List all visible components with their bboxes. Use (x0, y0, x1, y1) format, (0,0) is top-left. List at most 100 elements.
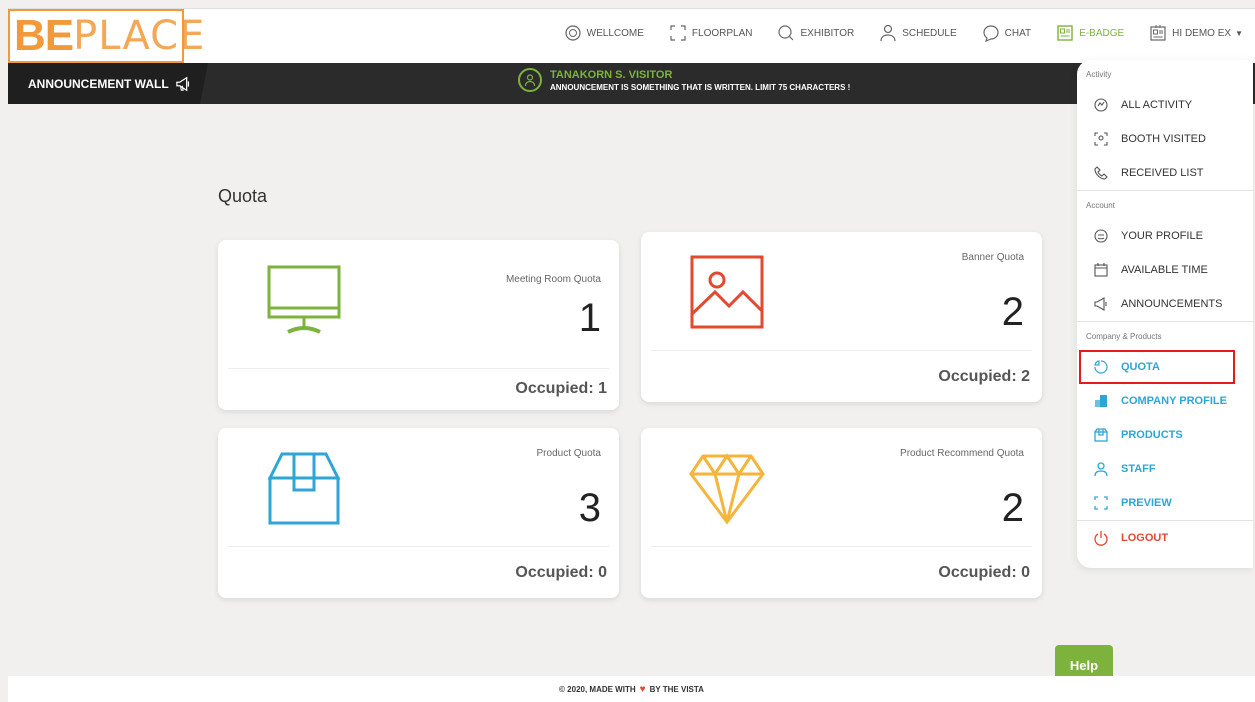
nav-floorplan[interactable]: FLOORPLAN (668, 23, 753, 43)
box-icon (267, 452, 341, 525)
pie-icon (1094, 360, 1108, 374)
person-icon (524, 74, 536, 87)
nav-user-menu[interactable]: HI DEMO EX ▼ (1148, 23, 1243, 43)
card-occupied: Occupied: 0 (515, 564, 607, 581)
card-occupied: Occupied: 2 (938, 368, 1030, 385)
menu-item-received-list[interactable]: RECEIVED LIST (1077, 156, 1253, 190)
beplace-logo[interactable]: BE PLACE (8, 9, 204, 63)
logo-be: BE (14, 11, 74, 60)
card-value: 1 (578, 296, 601, 340)
menu-item-label: AVAILABLE TIME (1121, 264, 1208, 276)
menu-item-staff[interactable]: STAFF (1077, 452, 1253, 486)
menu-item-label: STAFF (1121, 463, 1156, 475)
menu-section-company-products: Company & Products (1086, 331, 1162, 341)
card-label: Meeting Room Quota (505, 274, 601, 285)
announcement-wall[interactable]: ANNOUNCEMENT WALL (8, 63, 208, 104)
menu-item-logout[interactable]: LOGOUT (1077, 521, 1253, 555)
schedule-icon (880, 24, 896, 42)
menu-item-label: RECEIVED LIST (1121, 167, 1204, 179)
nav-label: CHAT (1004, 27, 1032, 39)
menu-item-announcements[interactable]: ANNOUNCEMENTS (1077, 287, 1253, 321)
avatar (518, 68, 542, 92)
megaphone-icon (175, 76, 189, 91)
nav-label: SCHEDULE (902, 27, 957, 39)
card-divider (651, 546, 1032, 547)
image-icon (690, 255, 764, 329)
menu-item-all-activity[interactable]: ALL ACTIVITY (1077, 88, 1253, 122)
booth-icon (1094, 132, 1108, 146)
quota-card-banner[interactable]: Banner Quota 2 Occupied: 2 (641, 232, 1042, 402)
menu-item-label: COMPANY PROFILE (1121, 395, 1227, 407)
card-divider (228, 368, 609, 369)
megaphone-icon (1094, 297, 1107, 311)
nav-chat[interactable]: CHAT (981, 23, 1031, 43)
quota-card-product[interactable]: Product Quota 3 Occupied: 0 (218, 428, 619, 598)
search-icon (778, 25, 794, 41)
footer-text: © 2020, MADE WITH (559, 684, 636, 694)
help-label: Help (1069, 657, 1099, 673)
menu-item-your-profile[interactable]: YOUR PROFILE (1077, 219, 1253, 253)
quota-card-product-recommend[interactable]: Product Recommend Quota 2 Occupied: 0 (641, 428, 1042, 598)
building-icon (1095, 395, 1107, 407)
profile-icon (1094, 229, 1108, 243)
menu-item-quota[interactable]: QUOTA (1079, 350, 1235, 384)
menu-item-preview[interactable]: PREVIEW (1077, 486, 1253, 520)
menu-item-label: PREVIEW (1121, 497, 1172, 509)
monitor-icon (267, 265, 341, 334)
chevron-down-icon: ▼ (1235, 28, 1243, 38)
top-header: BE PLACE WELLCOME FLOORPLAN EXHIBITOR SCH… (8, 8, 1255, 63)
menu-item-label: LOGOUT (1121, 532, 1169, 544)
announcement-bar: ANNOUNCEMENT WALL TANAKORN S. VISITOR AN… (8, 63, 1255, 104)
card-value: 3 (578, 486, 601, 530)
card-divider (651, 350, 1032, 351)
card-value: 2 (1001, 290, 1024, 334)
preview-icon (1094, 496, 1108, 510)
card-occupied: Occupied: 0 (938, 564, 1030, 581)
badge-icon (1057, 25, 1073, 41)
nav-schedule[interactable]: SCHEDULE (878, 23, 957, 43)
menu-section-account: Account (1086, 200, 1115, 210)
power-icon (1094, 531, 1108, 546)
diamond-icon (689, 453, 765, 525)
menu-item-label: QUOTA (1121, 361, 1160, 373)
menu-item-products[interactable]: PRODUCTS (1077, 418, 1253, 452)
user-card-icon (1150, 25, 1166, 41)
heart-icon: ♥ (639, 683, 646, 695)
footer: © 2020, MADE WITH ♥ BY THE VISTA (8, 676, 1255, 702)
phone-icon (1094, 166, 1108, 180)
menu-item-booth-visited[interactable]: BOOTH VISITED (1077, 122, 1253, 156)
card-label: Product Recommend Quota (900, 448, 1024, 459)
announcement-text: ANNOUNCEMENT IS SOMETHING THAT IS WRITTE… (550, 82, 851, 92)
card-label: Product Quota (536, 448, 601, 459)
product-box-icon (1094, 428, 1108, 442)
menu-section-activity: Activity (1086, 69, 1112, 79)
announcement-wall-label: ANNOUNCEMENT WALL (28, 76, 169, 91)
announcement-message: TANAKORN S. VISITOR ANNOUNCEMENT IS SOME… (518, 68, 850, 92)
calendar-icon (1094, 263, 1108, 277)
footer-credit: BY THE VISTA (649, 684, 704, 694)
menu-item-company-profile[interactable]: COMPANY PROFILE (1077, 384, 1253, 418)
globe-icon (565, 25, 581, 41)
chat-icon (983, 25, 999, 43)
quota-card-meeting-room[interactable]: Meeting Room Quota 1 Occupied: 1 (218, 240, 619, 410)
activity-icon (1094, 98, 1108, 112)
nav-label: E-BADGE (1079, 27, 1125, 39)
floorplan-icon (670, 25, 686, 41)
nav-exhibitor[interactable]: EXHIBITOR (776, 23, 854, 43)
nav-label: HI DEMO EX (1172, 27, 1232, 39)
announcement-author: TANAKORN S. VISITOR (550, 68, 673, 81)
nav-label: WELLCOME (586, 27, 644, 39)
nav-label: FLOORPLAN (691, 27, 753, 39)
top-nav: WELLCOME FLOORPLAN EXHIBITOR SCHEDULE CH… (563, 23, 1243, 43)
menu-item-label: BOOTH VISITED (1121, 133, 1206, 145)
menu-item-label: PRODUCTS (1121, 429, 1183, 441)
logo-place: PLACE (73, 13, 206, 59)
menu-item-label: ANNOUNCEMENTS (1121, 298, 1223, 310)
card-divider (228, 546, 609, 547)
menu-item-label: YOUR PROFILE (1121, 230, 1203, 242)
nav-ebadge[interactable]: E-BADGE (1055, 23, 1124, 43)
user-dropdown-menu: Activity ALL ACTIVITY BOOTH VISITED RECE… (1077, 60, 1253, 568)
menu-item-available-time[interactable]: AVAILABLE TIME (1077, 253, 1253, 287)
nav-wellcome[interactable]: WELLCOME (563, 23, 644, 43)
nav-label: EXHIBITOR (800, 27, 855, 39)
